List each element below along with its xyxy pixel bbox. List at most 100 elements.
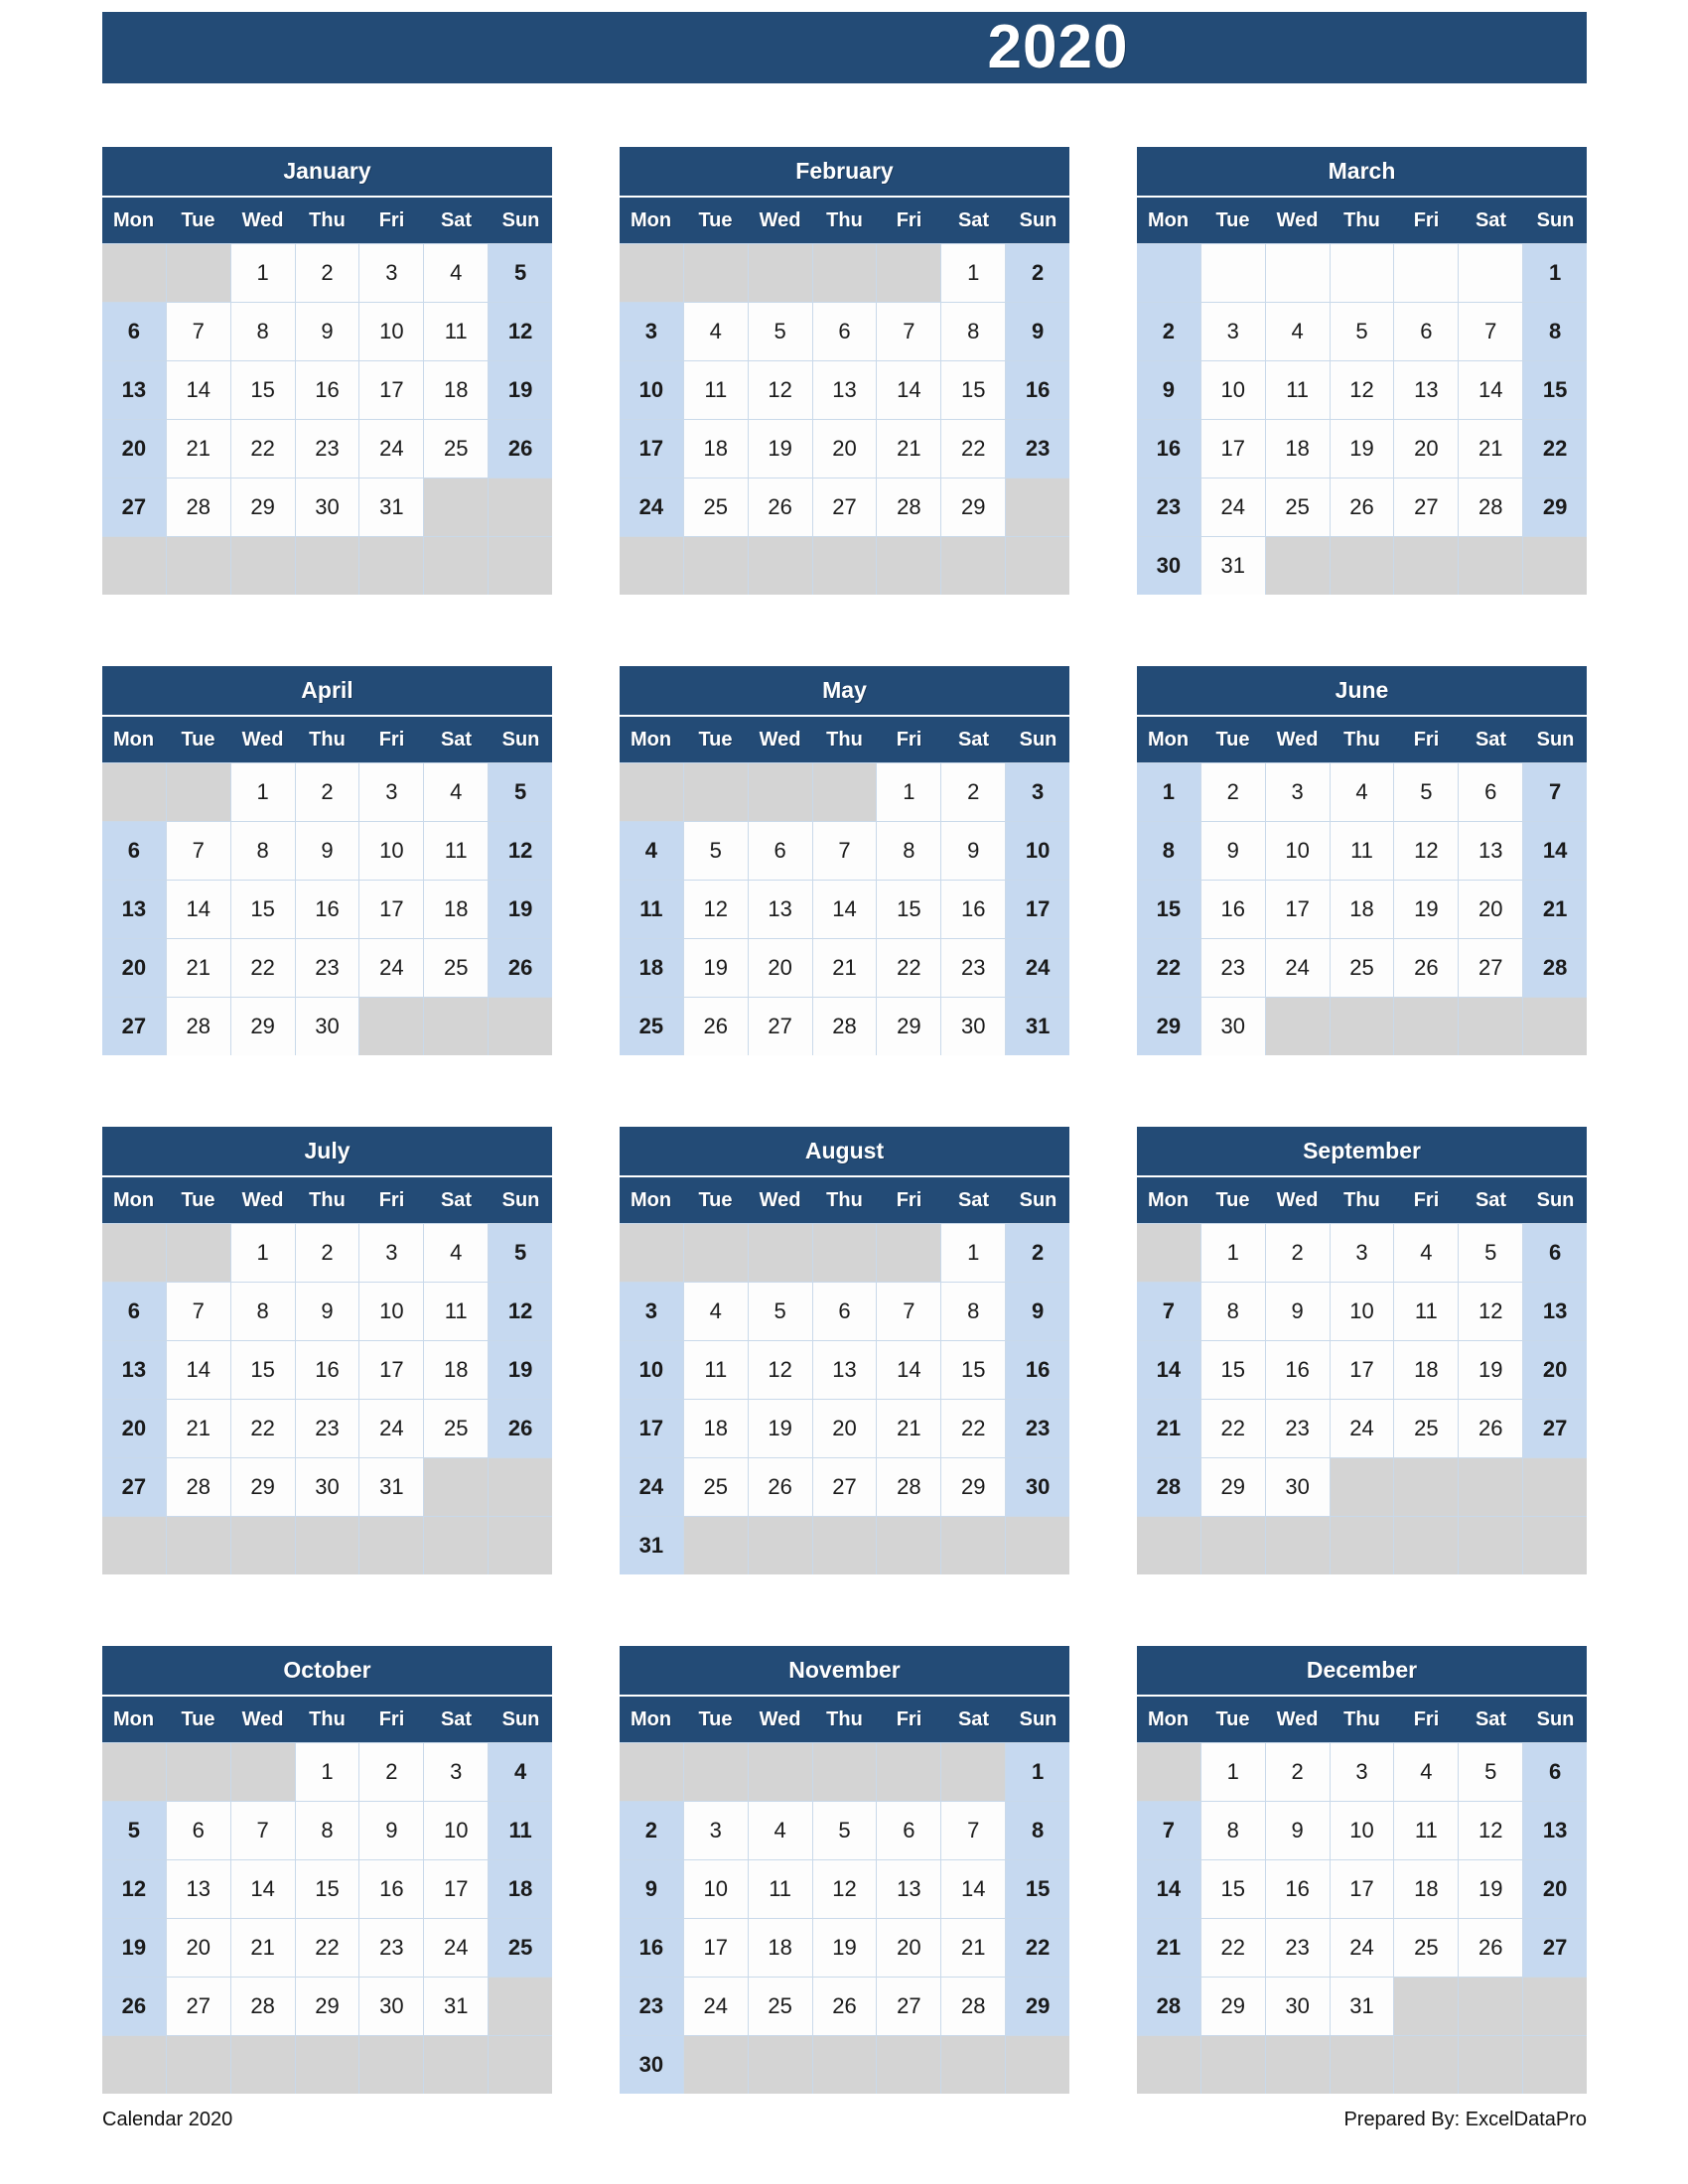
day-cell[interactable]: 26 xyxy=(1459,1919,1523,1977)
day-cell[interactable]: 15 xyxy=(230,1341,295,1399)
day-cell[interactable]: 5 xyxy=(1330,303,1394,360)
day-cell[interactable]: 8 xyxy=(1200,1802,1265,1859)
day-cell[interactable]: 1 xyxy=(1137,763,1200,821)
day-cell[interactable]: 13 xyxy=(812,361,877,419)
day-cell[interactable]: 15 xyxy=(1137,881,1200,938)
day-cell[interactable]: 3 xyxy=(1330,1743,1394,1801)
day-cell[interactable]: 28 xyxy=(941,1978,1006,2035)
day-cell[interactable]: 23 xyxy=(1137,478,1200,536)
day-cell[interactable]: 5 xyxy=(489,763,552,821)
day-cell[interactable]: 19 xyxy=(489,361,552,419)
day-cell[interactable]: 7 xyxy=(877,1283,941,1340)
day-cell[interactable]: 8 xyxy=(1006,1802,1069,1859)
day-cell[interactable]: 16 xyxy=(295,1341,359,1399)
day-cell[interactable]: 11 xyxy=(489,1802,552,1859)
day-cell[interactable]: 16 xyxy=(1265,1341,1330,1399)
day-cell[interactable]: 26 xyxy=(102,1978,166,2035)
day-cell[interactable]: 18 xyxy=(1394,1860,1459,1918)
day-cell[interactable]: 17 xyxy=(683,1919,748,1977)
day-cell[interactable]: 8 xyxy=(230,303,295,360)
day-cell[interactable]: 24 xyxy=(1265,939,1330,997)
day-cell[interactable]: 17 xyxy=(359,1341,424,1399)
day-cell[interactable]: 3 xyxy=(1265,763,1330,821)
day-cell[interactable]: 2 xyxy=(295,1224,359,1282)
day-cell[interactable]: 17 xyxy=(359,881,424,938)
day-cell[interactable]: 20 xyxy=(1523,1860,1587,1918)
day-cell[interactable]: 9 xyxy=(295,1283,359,1340)
day-cell[interactable]: 14 xyxy=(877,1341,941,1399)
day-cell[interactable]: 9 xyxy=(1265,1802,1330,1859)
day-cell[interactable]: 2 xyxy=(295,763,359,821)
day-cell[interactable]: 17 xyxy=(620,420,683,478)
day-cell[interactable]: 8 xyxy=(941,1283,1006,1340)
day-cell[interactable]: 9 xyxy=(620,1860,683,1918)
day-cell[interactable]: 22 xyxy=(1200,1400,1265,1457)
day-cell[interactable]: 1 xyxy=(230,1224,295,1282)
day-cell[interactable]: 14 xyxy=(1137,1860,1200,1918)
day-cell[interactable]: 1 xyxy=(230,244,295,302)
day-cell[interactable]: 17 xyxy=(1330,1860,1394,1918)
day-cell[interactable]: 7 xyxy=(812,822,877,880)
day-cell[interactable]: 19 xyxy=(748,420,812,478)
day-cell[interactable]: 6 xyxy=(748,822,812,880)
day-cell[interactable]: 7 xyxy=(166,822,230,880)
day-cell[interactable]: 25 xyxy=(683,478,748,536)
day-cell[interactable]: 28 xyxy=(1137,1458,1200,1516)
day-cell[interactable]: 25 xyxy=(748,1978,812,2035)
day-cell[interactable]: 1 xyxy=(1523,244,1587,302)
day-cell[interactable]: 29 xyxy=(295,1978,359,2035)
day-cell[interactable]: 5 xyxy=(102,1802,166,1859)
day-cell[interactable]: 10 xyxy=(620,361,683,419)
day-cell[interactable]: 18 xyxy=(424,881,489,938)
day-cell[interactable]: 31 xyxy=(359,478,424,536)
day-cell[interactable]: 25 xyxy=(1394,1919,1459,1977)
day-cell[interactable]: 5 xyxy=(489,244,552,302)
day-cell[interactable]: 9 xyxy=(941,822,1006,880)
day-cell[interactable]: 24 xyxy=(620,1458,683,1516)
day-cell[interactable]: 8 xyxy=(1200,1283,1265,1340)
day-cell[interactable]: 13 xyxy=(748,881,812,938)
day-cell[interactable]: 28 xyxy=(166,998,230,1055)
day-cell[interactable]: 3 xyxy=(683,1802,748,1859)
day-cell[interactable]: 11 xyxy=(1330,822,1394,880)
day-cell[interactable]: 26 xyxy=(748,478,812,536)
day-cell[interactable]: 16 xyxy=(1200,881,1265,938)
day-cell[interactable]: 5 xyxy=(1459,1224,1523,1282)
day-cell[interactable]: 10 xyxy=(1006,822,1069,880)
day-cell[interactable]: 22 xyxy=(1006,1919,1069,1977)
day-cell[interactable]: 15 xyxy=(230,361,295,419)
day-cell[interactable]: 21 xyxy=(877,1400,941,1457)
day-cell[interactable]: 3 xyxy=(1200,303,1265,360)
day-cell[interactable]: 12 xyxy=(812,1860,877,1918)
day-cell[interactable]: 19 xyxy=(1459,1341,1523,1399)
day-cell[interactable]: 4 xyxy=(424,1224,489,1282)
day-cell[interactable]: 20 xyxy=(102,420,166,478)
day-cell[interactable]: 19 xyxy=(683,939,748,997)
day-cell[interactable]: 25 xyxy=(683,1458,748,1516)
day-cell[interactable]: 28 xyxy=(1459,478,1523,536)
day-cell[interactable]: 26 xyxy=(489,939,552,997)
day-cell[interactable]: 22 xyxy=(295,1919,359,1977)
day-cell[interactable]: 10 xyxy=(1330,1802,1394,1859)
day-cell[interactable]: 16 xyxy=(1006,361,1069,419)
day-cell[interactable]: 24 xyxy=(1006,939,1069,997)
day-cell[interactable]: 3 xyxy=(1006,763,1069,821)
day-cell[interactable]: 13 xyxy=(1523,1283,1587,1340)
day-cell[interactable]: 22 xyxy=(230,939,295,997)
day-cell[interactable]: 14 xyxy=(941,1860,1006,1918)
day-cell[interactable]: 4 xyxy=(1394,1743,1459,1801)
day-cell[interactable]: 25 xyxy=(1394,1400,1459,1457)
day-cell[interactable]: 4 xyxy=(683,1283,748,1340)
day-cell[interactable]: 19 xyxy=(1459,1860,1523,1918)
day-cell[interactable]: 10 xyxy=(359,303,424,360)
day-cell[interactable]: 1 xyxy=(1006,1743,1069,1801)
day-cell[interactable]: 26 xyxy=(1330,478,1394,536)
day-cell[interactable]: 6 xyxy=(102,822,166,880)
day-cell[interactable]: 1 xyxy=(1200,1743,1265,1801)
day-cell[interactable]: 21 xyxy=(230,1919,295,1977)
day-cell[interactable]: 1 xyxy=(941,1224,1006,1282)
day-cell[interactable]: 10 xyxy=(1330,1283,1394,1340)
day-cell[interactable]: 4 xyxy=(748,1802,812,1859)
day-cell[interactable]: 11 xyxy=(424,303,489,360)
day-cell[interactable]: 15 xyxy=(941,1341,1006,1399)
